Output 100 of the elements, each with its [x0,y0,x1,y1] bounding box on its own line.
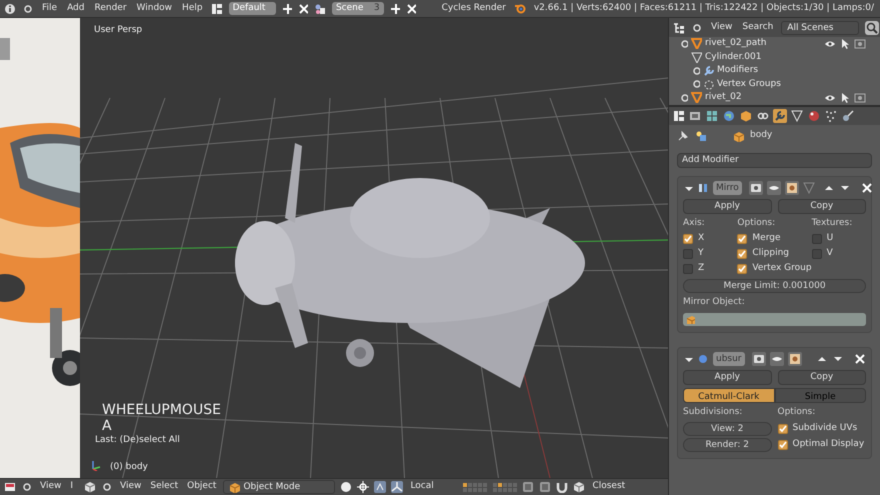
menu-item[interactable]: Search [740,20,776,34]
modifier-name-field[interactable]: Mirro [713,181,742,195]
checkbox[interactable] [778,424,788,434]
collapse-icon[interactable] [22,2,34,14]
segment-button[interactable]: Catmull-Clark [683,388,774,403]
checkbox[interactable] [737,249,748,259]
checkbox[interactable] [812,234,822,244]
menu-item[interactable]: Render [92,2,129,16]
pin-icon[interactable] [677,130,689,142]
checkbox[interactable] [683,264,693,274]
view-name: User Persp [94,24,142,37]
outliner-icon[interactable] [673,22,685,34]
apply-button[interactable]: Apply [683,199,772,214]
triangle-icon [691,38,702,50]
checkbox[interactable] [812,249,822,259]
collapse-icon[interactable] [691,22,703,34]
menu-item[interactable]: Select [148,480,180,494]
editor-type-icon[interactable] [673,110,685,122]
expand-icon[interactable] [691,78,700,90]
collapse-icon[interactable] [21,481,33,493]
info-icon[interactable] [4,2,16,14]
cube-icon[interactable] [739,109,753,123]
ball-icon[interactable] [841,109,855,123]
shading-icon[interactable] [340,481,352,493]
outliner-item[interactable]: Cylinder.001 [705,50,762,64]
pivot-icon[interactable] [357,481,370,493]
editor-type-icon[interactable] [84,481,96,493]
checkbox[interactable] [683,234,693,244]
cursor-icon[interactable] [839,38,851,50]
column-label: Textures: [812,217,852,230]
sphere-icon[interactable] [807,109,821,123]
menu-item[interactable]: Add [65,2,86,16]
expand-icon[interactable] [679,38,688,50]
close-icon[interactable] [406,2,416,14]
expand-icon[interactable] [679,92,688,104]
checkbox[interactable] [778,440,788,450]
view-levels-field[interactable]: View: 2 [683,422,772,436]
checkbox-label: Subdivide UVs [792,422,858,436]
apply-button[interactable]: Apply [683,370,772,385]
copy-button[interactable]: Copy [778,199,866,214]
menu-item[interactable]: View [118,480,144,494]
close-icon[interactable] [298,2,308,14]
layers-icon[interactable] [463,482,518,492]
editor-type-icon[interactable] [4,481,16,493]
menu-item[interactable]: File [40,2,60,16]
merge-limit-field[interactable]: Merge Limit: 0.001000 [683,279,866,293]
axis-icon [90,459,102,471]
checkbox[interactable] [737,234,748,244]
search-icon[interactable] [866,22,878,34]
key-name: A [102,417,112,436]
menu-item[interactable]: I [68,480,76,494]
checkbox-label: Z [698,262,704,276]
layers-icon[interactable] [705,109,719,123]
orientation-dropdown[interactable]: Local [408,480,458,494]
mode-dropdown[interactable]: Object Mode [223,480,336,494]
snap-dropdown[interactable]: Closest [590,480,628,494]
axes-icon[interactable] [391,481,404,493]
particles-icon[interactable] [824,109,838,123]
render-toggle-icon[interactable] [752,353,765,365]
scene-icon[interactable] [314,2,326,14]
collapse-icon[interactable] [101,481,113,493]
render-engine-dropdown[interactable]: Cycles Render [440,2,508,16]
cursor-icon[interactable] [839,92,851,104]
menu-item[interactable]: Object [185,480,218,494]
magnet-icon[interactable] [556,481,568,493]
layout-field[interactable]: Default [228,2,276,15]
manipulator-icon[interactable] [374,481,386,493]
column-label: Options: [737,217,776,230]
outliner-item[interactable]: rivet_02 [705,91,742,104]
outliner-item[interactable]: Vertex Groups [717,78,781,91]
add-icon[interactable] [282,2,292,14]
object-field[interactable] [683,313,866,326]
triangle-icon[interactable] [790,109,804,123]
close-icon[interactable] [860,182,873,194]
modifier-name-field[interactable]: ubsur [713,352,745,366]
object-data-icon [695,130,707,142]
globe-icon[interactable] [722,109,736,123]
outliner-item[interactable]: Modifiers [717,64,758,78]
wrench-icon [703,65,714,76]
expand-icon[interactable] [691,64,700,77]
render-toggle-icon[interactable] [750,182,762,194]
scene-field[interactable]: Scene 3 [332,2,384,15]
outliner-item[interactable]: rivet_02_path [705,37,767,50]
edit-mode-toggle-icon[interactable] [788,353,801,365]
render-levels-field[interactable]: Render: 2 [683,438,772,452]
layout-icon[interactable] [210,2,223,14]
cube-icon[interactable] [573,481,586,493]
checkbox[interactable] [683,249,693,259]
close-icon[interactable] [854,353,866,365]
menu-item[interactable]: Help [180,2,205,16]
copy-button[interactable]: Copy [778,370,866,385]
add-modifier-dropdown[interactable]: Add Modifier [677,153,872,168]
filter-dropdown[interactable]: All Scenes [781,20,860,34]
add-icon[interactable] [390,2,400,14]
checkbox[interactable] [737,264,748,274]
menu-item[interactable]: View [709,20,734,34]
wrench-icon[interactable] [773,109,787,123]
menu-item[interactable]: Window [134,2,174,16]
edit-mode-toggle-icon[interactable] [786,182,798,194]
menu-item[interactable]: View [38,480,64,494]
